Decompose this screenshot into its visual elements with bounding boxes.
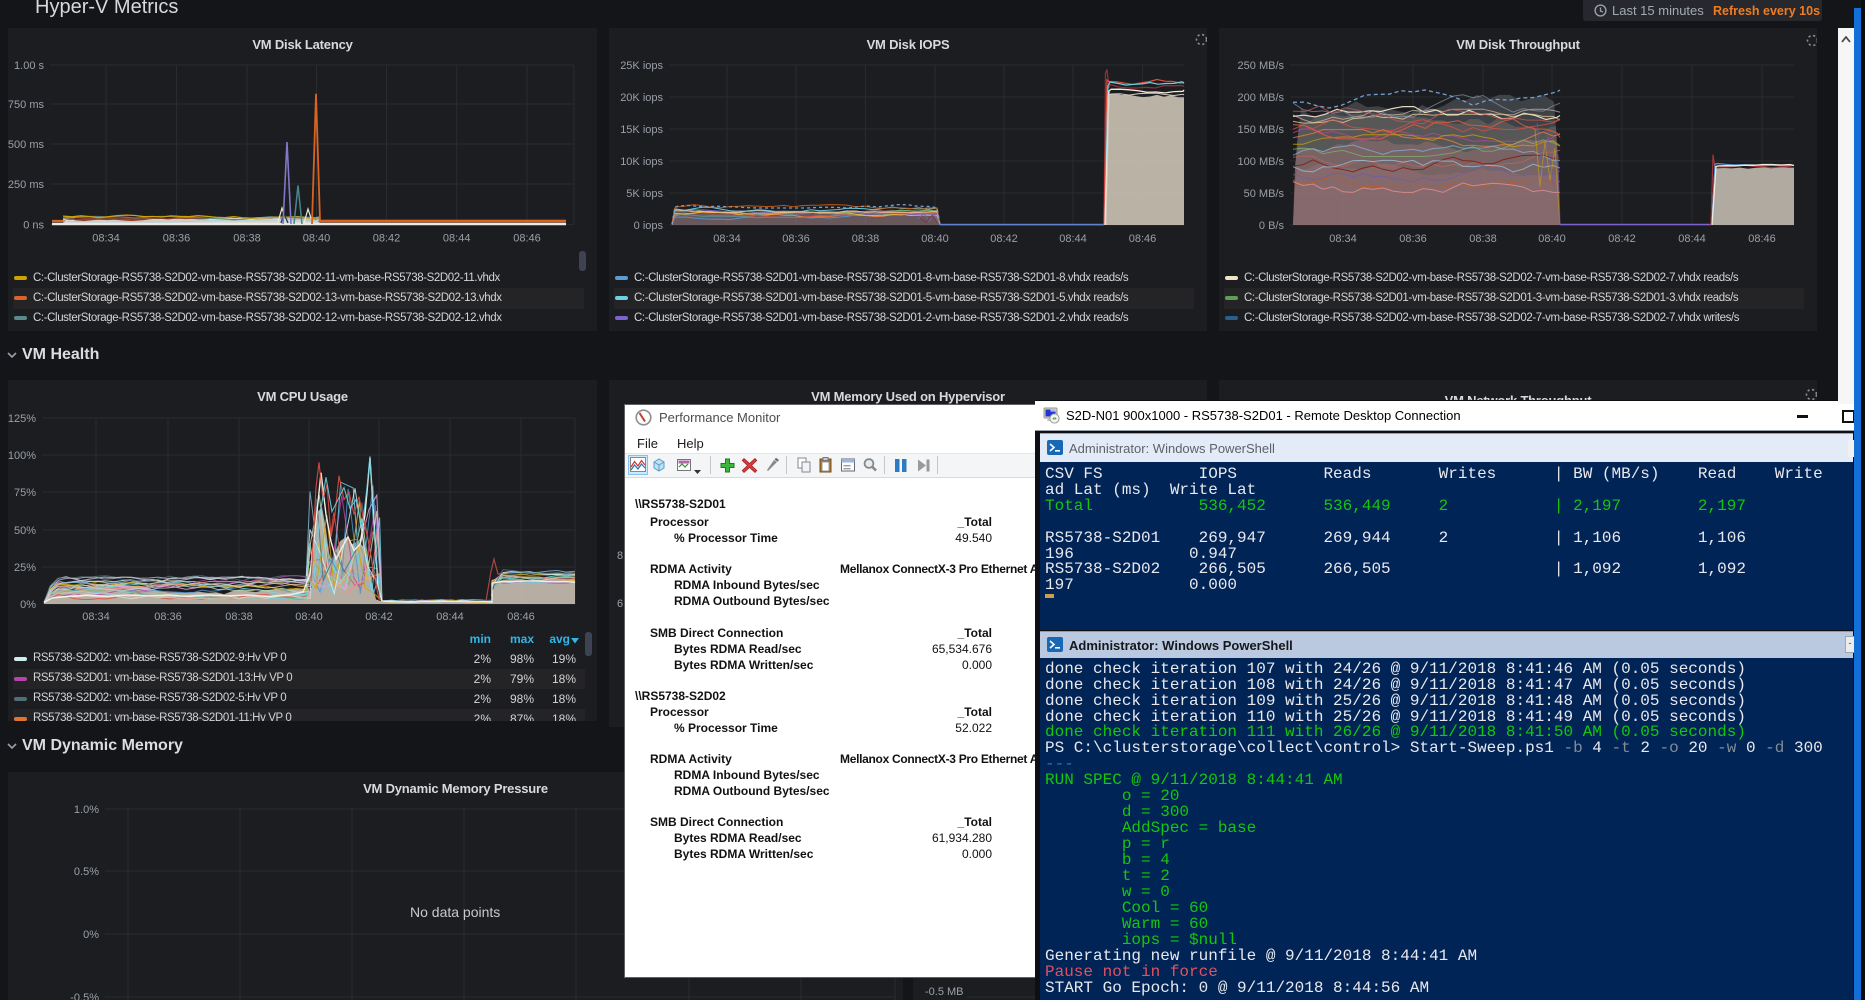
svg-text:25K iops: 25K iops: [620, 60, 663, 72]
svg-text:08:42: 08:42: [365, 611, 393, 623]
svg-text:08:44: 08:44: [436, 611, 464, 623]
svg-text:08:38: 08:38: [225, 611, 253, 623]
svg-text:08:36: 08:36: [154, 611, 182, 623]
svg-text:08:46: 08:46: [513, 232, 541, 244]
svg-text:250 MB/s: 250 MB/s: [1238, 60, 1285, 72]
svg-text:08:46: 08:46: [1748, 233, 1776, 245]
svg-text:08:46: 08:46: [507, 611, 535, 623]
svg-text:0%: 0%: [83, 929, 99, 941]
svg-text:5K iops: 5K iops: [626, 188, 663, 200]
svg-text:08:34: 08:34: [92, 232, 120, 244]
svg-text:50%: 50%: [14, 525, 36, 537]
svg-text:75%: 75%: [14, 487, 36, 499]
svg-text:08:40: 08:40: [921, 233, 949, 245]
svg-text:08:42: 08:42: [373, 232, 401, 244]
svg-text:500 ms: 500 ms: [8, 139, 44, 151]
svg-text:08:44: 08:44: [443, 232, 471, 244]
svg-text:200 MB/s: 200 MB/s: [1238, 92, 1285, 104]
svg-text:-0.5%: -0.5%: [70, 992, 99, 1000]
svg-text:0 iops: 0 iops: [634, 220, 664, 232]
svg-text:08:36: 08:36: [1399, 233, 1427, 245]
svg-text:08:42: 08:42: [990, 233, 1018, 245]
svg-text:10K iops: 10K iops: [620, 156, 663, 168]
svg-text:100%: 100%: [8, 450, 36, 462]
svg-text:08:42: 08:42: [1608, 233, 1636, 245]
svg-text:125%: 125%: [8, 413, 36, 425]
svg-text:25%: 25%: [14, 562, 36, 574]
svg-text:0 B/s: 0 B/s: [1259, 220, 1285, 232]
svg-text:50 MB/s: 50 MB/s: [1244, 188, 1285, 200]
svg-text:08:44: 08:44: [1678, 233, 1706, 245]
svg-text:08:38: 08:38: [233, 232, 261, 244]
svg-text:0%: 0%: [20, 599, 36, 611]
svg-text:100 MB/s: 100 MB/s: [1238, 156, 1285, 168]
svg-text:08:46: 08:46: [1129, 233, 1157, 245]
svg-text:08:40: 08:40: [295, 611, 323, 623]
svg-text:08:44: 08:44: [1059, 233, 1087, 245]
svg-text:1.0%: 1.0%: [74, 804, 99, 816]
svg-text:08:34: 08:34: [713, 233, 741, 245]
svg-text:08:38: 08:38: [852, 233, 880, 245]
svg-text:0 ns: 0 ns: [23, 219, 44, 231]
svg-text:08:38: 08:38: [1469, 233, 1497, 245]
svg-text:08:36: 08:36: [163, 232, 191, 244]
svg-text:08:34: 08:34: [82, 611, 110, 623]
svg-text:08:40: 08:40: [303, 232, 331, 244]
svg-text:1.00 s: 1.00 s: [14, 60, 44, 72]
svg-text:250 ms: 250 ms: [8, 179, 44, 191]
svg-text:08:34: 08:34: [1329, 233, 1357, 245]
svg-text:0.5%: 0.5%: [74, 866, 99, 878]
svg-text:15K iops: 15K iops: [620, 124, 663, 136]
svg-text:20K iops: 20K iops: [620, 92, 663, 104]
svg-text:150 MB/s: 150 MB/s: [1238, 124, 1285, 136]
svg-text:08:40: 08:40: [1538, 233, 1566, 245]
svg-text:08:36: 08:36: [782, 233, 810, 245]
svg-text:750 ms: 750 ms: [8, 99, 44, 111]
